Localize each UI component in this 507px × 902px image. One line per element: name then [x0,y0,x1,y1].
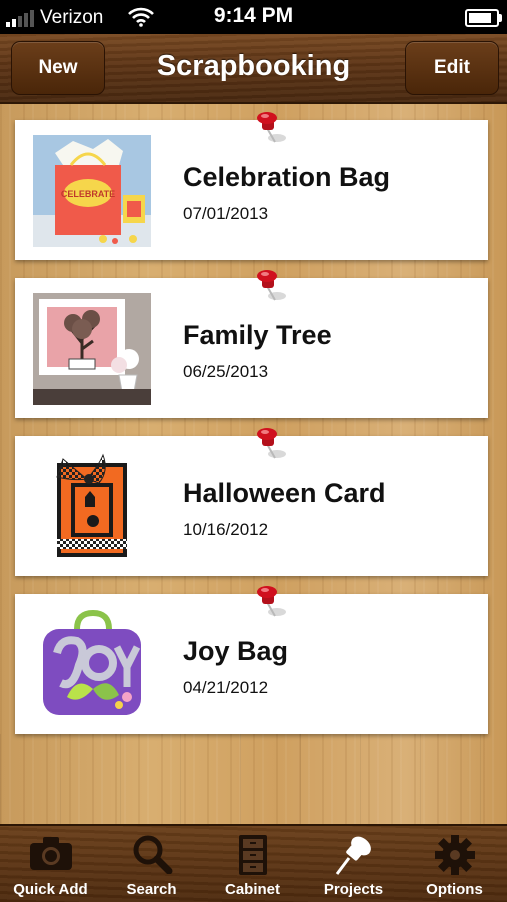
tab-bar: Quick Add Search Cabinet Projects Option… [0,824,507,902]
project-date: 06/25/2013 [183,362,269,381]
project-date: 07/01/2013 [183,204,269,223]
tab-search[interactable]: Search [101,826,202,902]
pushpin-icon [257,586,286,617]
halloween-card-image [33,451,151,563]
tab-label: Quick Add [13,881,88,898]
nav-bar: New Scrapbooking Edit [0,34,507,104]
project-card-halloween-card[interactable]: Halloween Card 10/16/2012 [15,428,488,576]
search-icon [133,835,172,874]
tab-cabinet[interactable]: Cabinet [202,826,303,902]
pushpin-icon [257,428,286,459]
cabinet-icon [238,835,267,875]
tab-label: Options [426,881,483,898]
project-name: Halloween Card [183,478,386,508]
tab-options[interactable]: Options [404,826,505,902]
project-name: Joy Bag [183,636,289,666]
pushpin-icon [257,270,286,301]
project-card-joy-bag[interactable]: Joy Bag 04/21/2012 [15,586,488,734]
gear-icon [434,835,475,875]
tab-label: Projects [323,881,384,898]
project-card-family-tree[interactable]: Family Tree 06/25/2013 [15,270,488,418]
clock: 9:14 PM [213,4,294,27]
tab-label: Cabinet [224,881,280,898]
joy-bag-image [33,609,151,721]
family-tree-image [33,293,151,405]
thumb-celebrate-text: CELEBRATE [61,189,115,199]
tab-label: Search [126,881,177,898]
project-date: 10/16/2012 [183,520,269,539]
project-name: Family Tree [183,320,332,350]
project-list: CELEBRATE Celebration Bag 07/01/2013 Fam… [0,104,507,824]
project-date: 04/21/2012 [183,678,269,697]
edit-button[interactable]: Edit [405,41,499,95]
tab-quick-add[interactable]: Quick Add [0,826,101,902]
tab-projects[interactable]: Projects [303,826,404,902]
status-bar: Verizon 9:14 PM [0,0,507,34]
camera-icon [29,837,72,870]
celebration-bag-image: CELEBRATE [33,135,151,247]
pushpin-icon [335,836,371,875]
battery-icon [465,9,502,27]
project-name: Celebration Bag [183,162,391,192]
new-button[interactable]: New [11,41,105,95]
pushpin-icon [257,112,286,143]
project-card-celebration-bag[interactable]: CELEBRATE Celebration Bag 07/01/2013 [15,112,488,260]
page-title: Scrapbooking [156,50,351,82]
